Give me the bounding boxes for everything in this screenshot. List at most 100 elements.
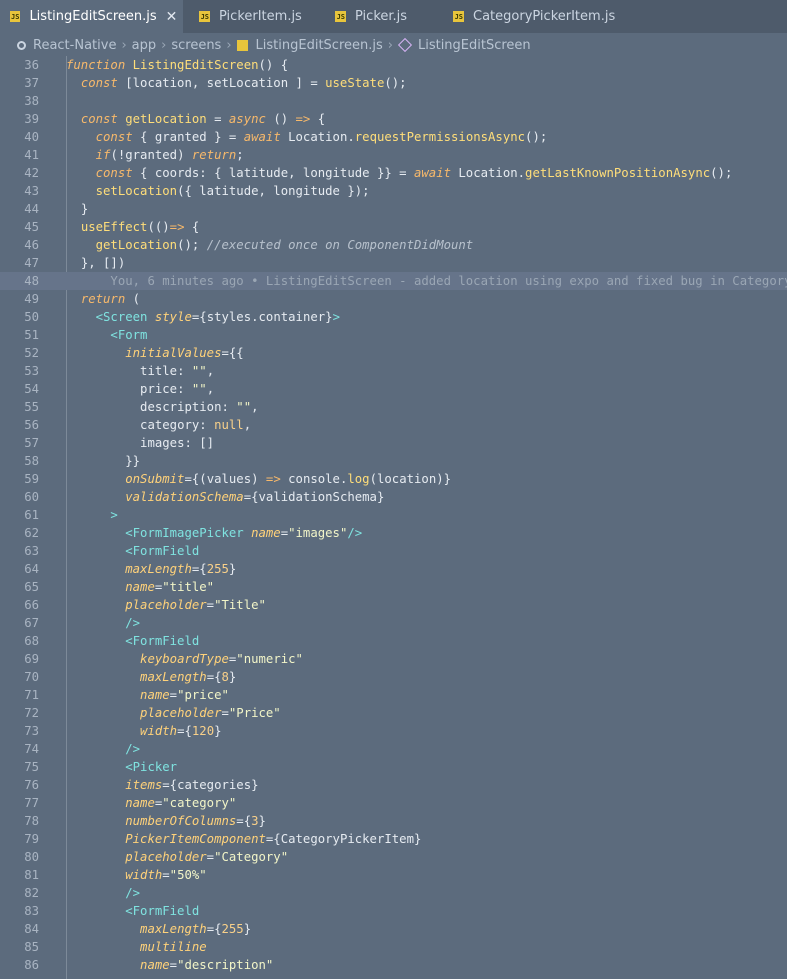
code-line[interactable]: 60 validationSchema={validationSchema}: [0, 488, 787, 506]
line-number: 57: [24, 436, 39, 450]
code-line[interactable]: 61 >: [0, 506, 787, 524]
tab-category-picker-item[interactable]: JS CategoryPickerItem.js: [443, 0, 643, 33]
code-line[interactable]: 85 multiline: [0, 938, 787, 956]
tab-picker-item[interactable]: JS PickerItem.js: [183, 0, 321, 33]
breadcrumb-root[interactable]: React-Native: [33, 38, 116, 53]
code-line[interactable]: 62 <FormImagePicker name="images"/>: [0, 524, 787, 542]
code-token: numberOfColumns: [125, 814, 237, 828]
line-number: 69: [24, 652, 39, 666]
code-line[interactable]: 41 if(!granted) return;: [0, 146, 787, 164]
code-line[interactable]: 48 You, 6 minutes ago • ListingEditScree…: [0, 272, 787, 290]
code-token: =: [169, 688, 178, 702]
code-line[interactable]: 74 />: [0, 740, 787, 758]
code-line[interactable]: 81 width="50%": [0, 866, 787, 884]
code-line[interactable]: 63 <FormField: [0, 542, 787, 560]
line-number: 86: [24, 958, 39, 972]
breadcrumb: React-Native › app › screens › ListingEd…: [0, 34, 787, 56]
code-token: <Screen: [95, 310, 155, 324]
code-line[interactable]: 77 name="category": [0, 794, 787, 812]
code-line[interactable]: 40 const { granted } = await Location.re…: [0, 128, 787, 146]
code-token: =: [169, 958, 178, 972]
line-number: 47: [24, 256, 39, 270]
code-line[interactable]: 49 return (: [0, 290, 787, 308]
code-line[interactable]: 51 <Form: [0, 326, 787, 344]
code-text: placeholder="Category": [66, 848, 288, 866]
code-line[interactable]: 68 <FormField: [0, 632, 787, 650]
line-number: 37: [24, 76, 39, 90]
code-line[interactable]: 78 numberOfColumns={3}: [0, 812, 787, 830]
code-line[interactable]: 79 PickerItemComponent={CategoryPickerIt…: [0, 830, 787, 848]
code-text: onSubmit={(values) => console.log(locati…: [66, 470, 451, 488]
code-line[interactable]: 36 function ListingEditScreen() {: [0, 56, 787, 74]
code-line[interactable]: 47 }, []): [0, 254, 787, 272]
tab-listing-edit-screen[interactable]: JS ListingEditScreen.js ✕: [0, 0, 183, 33]
code-line[interactable]: 37 const [location, setLocation ] = useS…: [0, 74, 787, 92]
code-text: items={categories}: [66, 776, 258, 794]
code-line[interactable]: 38: [0, 92, 787, 110]
code-line[interactable]: 46 getLocation(); //executed once on Com…: [0, 236, 787, 254]
code-token: ;: [236, 148, 244, 162]
code-text: name="description": [66, 956, 273, 974]
code-text: name="price": [66, 686, 229, 704]
code-line[interactable]: 76 items={categories}: [0, 776, 787, 794]
code-line[interactable]: 57 images: []: [0, 434, 787, 452]
code-line[interactable]: 59 onSubmit={(values) => console.log(loc…: [0, 470, 787, 488]
code-token: { granted } =: [140, 130, 244, 144]
code-line[interactable]: 43 setLocation({ latitude, longitude });: [0, 182, 787, 200]
code-line[interactable]: 71 name="price": [0, 686, 787, 704]
line-number: 84: [24, 922, 39, 936]
code-line[interactable]: 64 maxLength={255}: [0, 560, 787, 578]
code-line[interactable]: 70 maxLength={8}: [0, 668, 787, 686]
code-line[interactable]: 83 <FormField: [0, 902, 787, 920]
code-line[interactable]: 39 const getLocation = async () => {: [0, 110, 787, 128]
code-line[interactable]: 42 const { coords: { latitude, longitude…: [0, 164, 787, 182]
code-editor[interactable]: 36 function ListingEditScreen() {37 const…: [0, 56, 787, 974]
code-line[interactable]: 84 maxLength={255}: [0, 920, 787, 938]
code-text: setLocation({ latitude, longitude });: [66, 182, 370, 200]
code-line[interactable]: 86 name="description": [0, 956, 787, 974]
code-token: name: [125, 796, 155, 810]
code-line[interactable]: 58 }}: [0, 452, 787, 470]
code-token: name: [125, 580, 155, 594]
tab-label: Picker.js: [355, 9, 408, 24]
code-line[interactable]: 73 width={120}: [0, 722, 787, 740]
code-text: }: [66, 200, 88, 218]
code-line[interactable]: 69 keyboardType="numeric": [0, 650, 787, 668]
code-line[interactable]: 67 />: [0, 614, 787, 632]
line-number: 64: [24, 562, 39, 576]
code-token: useState: [325, 76, 385, 90]
code-token: ,: [251, 400, 259, 414]
close-icon[interactable]: ✕: [166, 9, 178, 25]
breadcrumb-symbol[interactable]: ListingEditScreen: [418, 38, 531, 53]
code-token: =>: [295, 112, 318, 126]
code-line[interactable]: 82 />: [0, 884, 787, 902]
line-number: 51: [24, 328, 39, 342]
code-token: width: [125, 868, 163, 882]
breadcrumb-file[interactable]: ListingEditScreen.js: [256, 38, 383, 53]
code-line[interactable]: 75 <Picker: [0, 758, 787, 776]
code-token: Location.: [458, 166, 526, 180]
code-token: "description": [177, 958, 274, 972]
code-line[interactable]: 55 description: "",: [0, 398, 787, 416]
code-token: />: [125, 616, 141, 630]
code-line[interactable]: 44 }: [0, 200, 787, 218]
code-text: initialValues={{: [66, 344, 243, 362]
breadcrumb-folder-app[interactable]: app: [132, 38, 156, 53]
code-line[interactable]: 65 name="title": [0, 578, 787, 596]
code-line[interactable]: 45 useEffect(()=> {: [0, 218, 787, 236]
code-token: category:: [140, 418, 215, 432]
code-line[interactable]: 66 placeholder="Title": [0, 596, 787, 614]
line-number: 81: [24, 868, 39, 882]
code-line[interactable]: 52 initialValues={{: [0, 344, 787, 362]
code-token: 255: [206, 562, 229, 576]
code-line[interactable]: 80 placeholder="Category": [0, 848, 787, 866]
code-token: async: [228, 112, 274, 126]
code-line[interactable]: 56 category: null,: [0, 416, 787, 434]
code-token: "": [191, 364, 207, 378]
tab-picker[interactable]: JS Picker.js: [321, 0, 443, 33]
breadcrumb-folder-screens[interactable]: screens: [171, 38, 221, 53]
code-line[interactable]: 50 <Screen style={styles.container}>: [0, 308, 787, 326]
code-line[interactable]: 54 price: "",: [0, 380, 787, 398]
code-line[interactable]: 53 title: "",: [0, 362, 787, 380]
code-line[interactable]: 72 placeholder="Price": [0, 704, 787, 722]
